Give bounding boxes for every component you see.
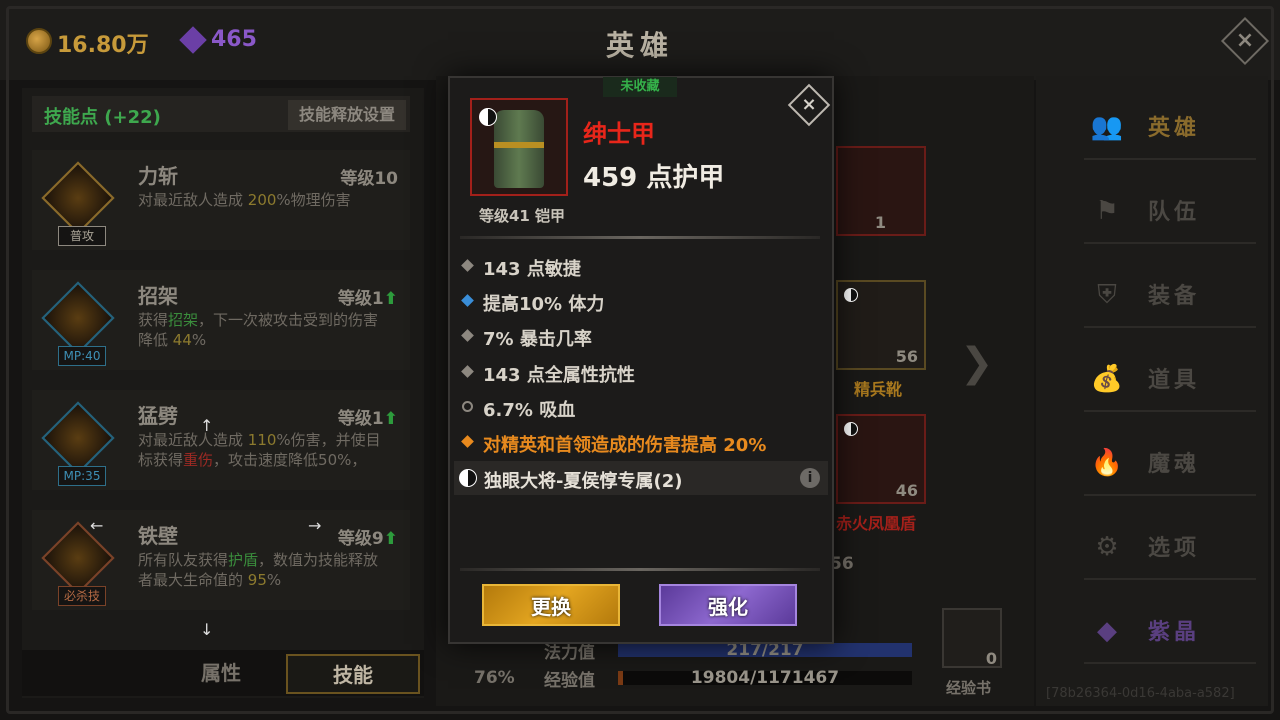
amethyst-icon: ◆ [1097, 616, 1117, 646]
hero-icon: 👥 [1090, 112, 1124, 142]
nav-item-hero[interactable]: 👥 英雄 [1084, 96, 1256, 160]
arrow-down-icon: ↓ [200, 620, 214, 639]
arrow-left-icon: ← [90, 516, 104, 535]
skill-tag: MP:40 [58, 346, 106, 366]
item-attribute: 7% 暴击几率 [460, 322, 820, 352]
skill-points-label: 技能点 (+22) [44, 107, 161, 128]
flag-icon: ⚑ [1095, 196, 1119, 226]
diamond-bullet-icon [461, 294, 474, 307]
nav-item-options[interactable]: ⚙ 选项 [1084, 516, 1256, 580]
set-yinyang-icon [844, 422, 858, 436]
skill-item-lizhan[interactable]: 普攻 力斩 等级10 对最近敌人造成 200%物理伤害 [32, 150, 410, 250]
skill-level: 等级1⬆ [337, 289, 398, 309]
tab-attributes[interactable]: 属性 [154, 654, 288, 694]
skill-slash-icon [41, 161, 115, 235]
skill-tag: MP:35 [58, 466, 106, 486]
skill-name: 猛劈 [138, 404, 178, 428]
xp-value: 19804/1171467 [690, 668, 840, 688]
xp-bar: 19804/1171467 [618, 668, 912, 688]
upgrade-button[interactable]: 强化 [659, 584, 797, 626]
item-attribute: 143 点敏捷 [460, 252, 820, 282]
divider [460, 568, 820, 571]
info-icon[interactable]: i [800, 468, 820, 488]
helmet-icon: ⛨ [1097, 280, 1117, 310]
level-up-icon: ⬆ [383, 289, 398, 309]
diamond-bullet-icon [461, 365, 474, 378]
not-collected-badge: 未收藏 [603, 77, 677, 97]
refresh-icon [462, 401, 473, 412]
skill-item-mengpi[interactable]: MP:35 猛劈 等级1⬆ 对最近敌人造成 110%伤害，并使目 标获得重伤，攻击… [32, 390, 410, 490]
skill-release-settings-button[interactable]: 技能释放设置 [288, 100, 406, 130]
armor-robe-icon [494, 110, 544, 188]
diamond-bullet-icon [461, 259, 474, 272]
skill-tag: 普攻 [58, 226, 106, 246]
equipment-slot-boots[interactable]: 56 [836, 280, 926, 370]
skill-item-zhaojia[interactable]: MP:40 招架 等级1⬆ 获得招架，下一次被攻击受到的伤害 降低 44% [32, 270, 410, 370]
level-up-icon: ⬆ [383, 409, 398, 429]
crit-percent: 76% [474, 668, 515, 688]
xp-book-slot[interactable]: 0 [942, 608, 1002, 668]
nav-item-equipment[interactable]: ⛨ 装备 [1084, 264, 1256, 328]
skill-level: 等级1⬆ [337, 409, 398, 429]
item-attribute: 提高10% 体力 [460, 287, 820, 317]
gear-icon: ⚙ [1095, 532, 1119, 562]
watermark: [78b26364-0d16-4aba-a582] [1046, 686, 1235, 701]
gold-coin-icon [26, 28, 52, 54]
diamond-bullet-icon [461, 435, 474, 448]
gold-amount: 16.80万 [57, 33, 149, 58]
set-name: 独眼大将-夏侯惇专属(2) [484, 471, 683, 492]
item-armor-value: 459 点护甲 [583, 163, 725, 193]
skill-name: 铁壁 [138, 524, 178, 548]
xp-label: 经验值 [544, 671, 595, 691]
skill-cleave-icon [41, 401, 115, 475]
xp-book-label: 经验书 [946, 679, 992, 697]
next-page-chevron-icon[interactable]: ❯ [960, 340, 994, 386]
arrow-right-icon: → [308, 516, 322, 535]
skill-name: 招架 [138, 284, 178, 308]
mp-bar: 217/217 [618, 640, 912, 660]
skill-level: 等级9⬆ [337, 529, 398, 549]
skill-desc: 对最近敌人造成 200%物理伤害 [138, 191, 351, 209]
set-yinyang-icon [459, 469, 477, 487]
tab-skills[interactable]: 技能 [286, 654, 420, 694]
skill-level: 等级10 [340, 169, 398, 189]
set-yinyang-icon [479, 108, 497, 126]
skill-name: 力斩 [138, 164, 178, 188]
nav-item-amethyst[interactable]: ◆ 紫晶 [1084, 600, 1256, 664]
close-icon: × [1235, 28, 1255, 53]
flame-icon: 🔥 [1090, 448, 1124, 478]
diamond-bullet-icon [461, 329, 474, 342]
item-name: 绅士甲 [583, 120, 655, 148]
skill-tag: 必杀技 [58, 586, 106, 606]
equipment-slot-weapon[interactable]: 1 [836, 146, 926, 236]
boots-name: 精兵靴 [854, 380, 903, 399]
skill-wall-icon [41, 521, 115, 595]
replace-button[interactable]: 更换 [482, 584, 620, 626]
item-attribute-special: 对精英和首领造成的伤害提高 20% [460, 428, 820, 458]
robe-belt [494, 142, 544, 148]
nav-item-items[interactable]: 💰 道具 [1084, 348, 1256, 412]
level-up-icon: ⬆ [383, 529, 398, 549]
shield-name: 赤火凤凰盾 [836, 514, 917, 533]
item-attribute: 6.7% 吸血 [460, 393, 820, 423]
item-attribute: 143 点全属性抗性 [460, 358, 820, 388]
gem-amount: 465 [211, 27, 257, 52]
page-title: 英雄 [605, 29, 674, 62]
close-icon: × [801, 94, 817, 115]
bag-icon: 💰 [1090, 364, 1124, 394]
nav-item-soul[interactable]: 🔥 魔魂 [1084, 432, 1256, 496]
set-yinyang-icon [844, 288, 858, 302]
skill-shield-icon [41, 281, 115, 355]
skill-desc: 对最近敌人造成 110%伤害，并使目 标获得重伤，攻击速度降低50%， [138, 431, 381, 469]
item-level-type: 等级41 铠甲 [478, 207, 566, 225]
set-bonus-row[interactable]: 独眼大将-夏侯惇专属(2) i [454, 461, 828, 495]
equipment-slot-shield[interactable]: 46 [836, 414, 926, 504]
nav-item-team[interactable]: ⚑ 队伍 [1084, 180, 1256, 244]
divider [460, 236, 820, 239]
skill-item-tiebi[interactable]: 必杀技 铁壁 等级9⬆ 所有队友获得护盾，数值为技能释放 者最大生命值的 95% [32, 510, 410, 610]
skill-desc: 所有队友获得护盾，数值为技能释放 者最大生命值的 95% [138, 551, 379, 589]
skill-desc: 获得招架，下一次被攻击受到的伤害 降低 44% [138, 311, 379, 349]
arrow-up-icon: ↑ [200, 416, 214, 435]
